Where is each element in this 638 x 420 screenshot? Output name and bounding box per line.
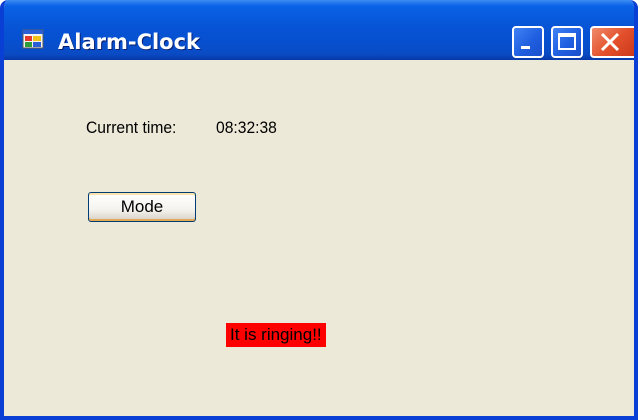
alarm-clock-window: Alarm-Clock Current time: 08:32:38 Mode … (0, 0, 638, 420)
window-title: Alarm-Clock (58, 30, 201, 54)
current-time-value: 08:32:38 (216, 118, 277, 137)
alarm-status-label: It is ringing!! (226, 323, 326, 347)
minimize-button[interactable] (512, 26, 544, 58)
minimize-icon (521, 46, 530, 49)
title-bar[interactable]: Alarm-Clock (4, 0, 634, 60)
current-time-label: Current time: (86, 118, 177, 137)
maximize-icon (558, 33, 576, 50)
app-window-icon (22, 29, 44, 49)
close-icon (600, 32, 620, 52)
mode-button[interactable]: Mode (88, 192, 196, 222)
close-button[interactable] (590, 26, 634, 58)
maximize-button[interactable] (551, 26, 583, 58)
